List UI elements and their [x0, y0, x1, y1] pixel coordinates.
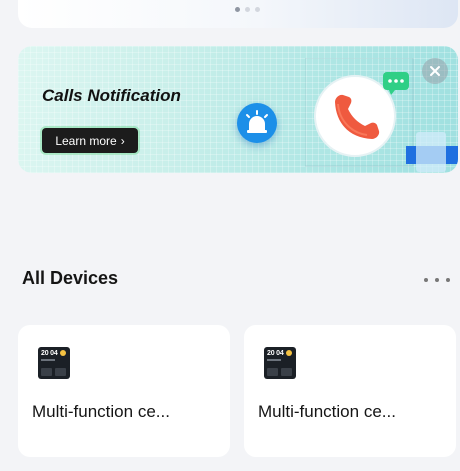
carousel-dot — [255, 7, 260, 12]
thumb-time: 20 04 — [267, 350, 284, 357]
thumb-time: 20 04 — [41, 350, 58, 357]
more-options-button[interactable] — [424, 272, 450, 288]
top-carousel-card[interactable] — [18, 0, 458, 28]
device-card[interactable]: 20 04 Multi-function ce... — [244, 325, 456, 457]
device-panel-icon: 20 04 — [264, 347, 296, 379]
close-banner-button[interactable] — [422, 58, 448, 84]
close-icon — [430, 66, 440, 76]
all-devices-heading: All Devices — [22, 268, 119, 288]
device-panel-icon: 20 04 — [38, 347, 70, 379]
phone-call-icon — [304, 57, 415, 168]
carousel-indicator — [235, 7, 260, 12]
decorative-glass — [416, 132, 446, 172]
calls-notification-banner[interactable]: Calls Notification Learn more › — [18, 46, 458, 173]
learn-more-label: Learn more — [55, 133, 117, 148]
device-card[interactable]: 20 04 Multi-function ce... — [18, 325, 230, 457]
carousel-dot-active — [235, 7, 240, 12]
learn-more-button[interactable]: Learn more › — [42, 128, 138, 153]
more-horizontal-icon — [424, 278, 428, 282]
device-name: Multi-function ce... — [32, 402, 170, 421]
carousel-dot — [245, 7, 250, 12]
banner-title: Calls Notification — [42, 86, 181, 105]
chevron-right-icon: › — [120, 133, 125, 148]
device-name: Multi-function ce... — [258, 402, 396, 421]
alarm-light-icon — [237, 103, 277, 143]
